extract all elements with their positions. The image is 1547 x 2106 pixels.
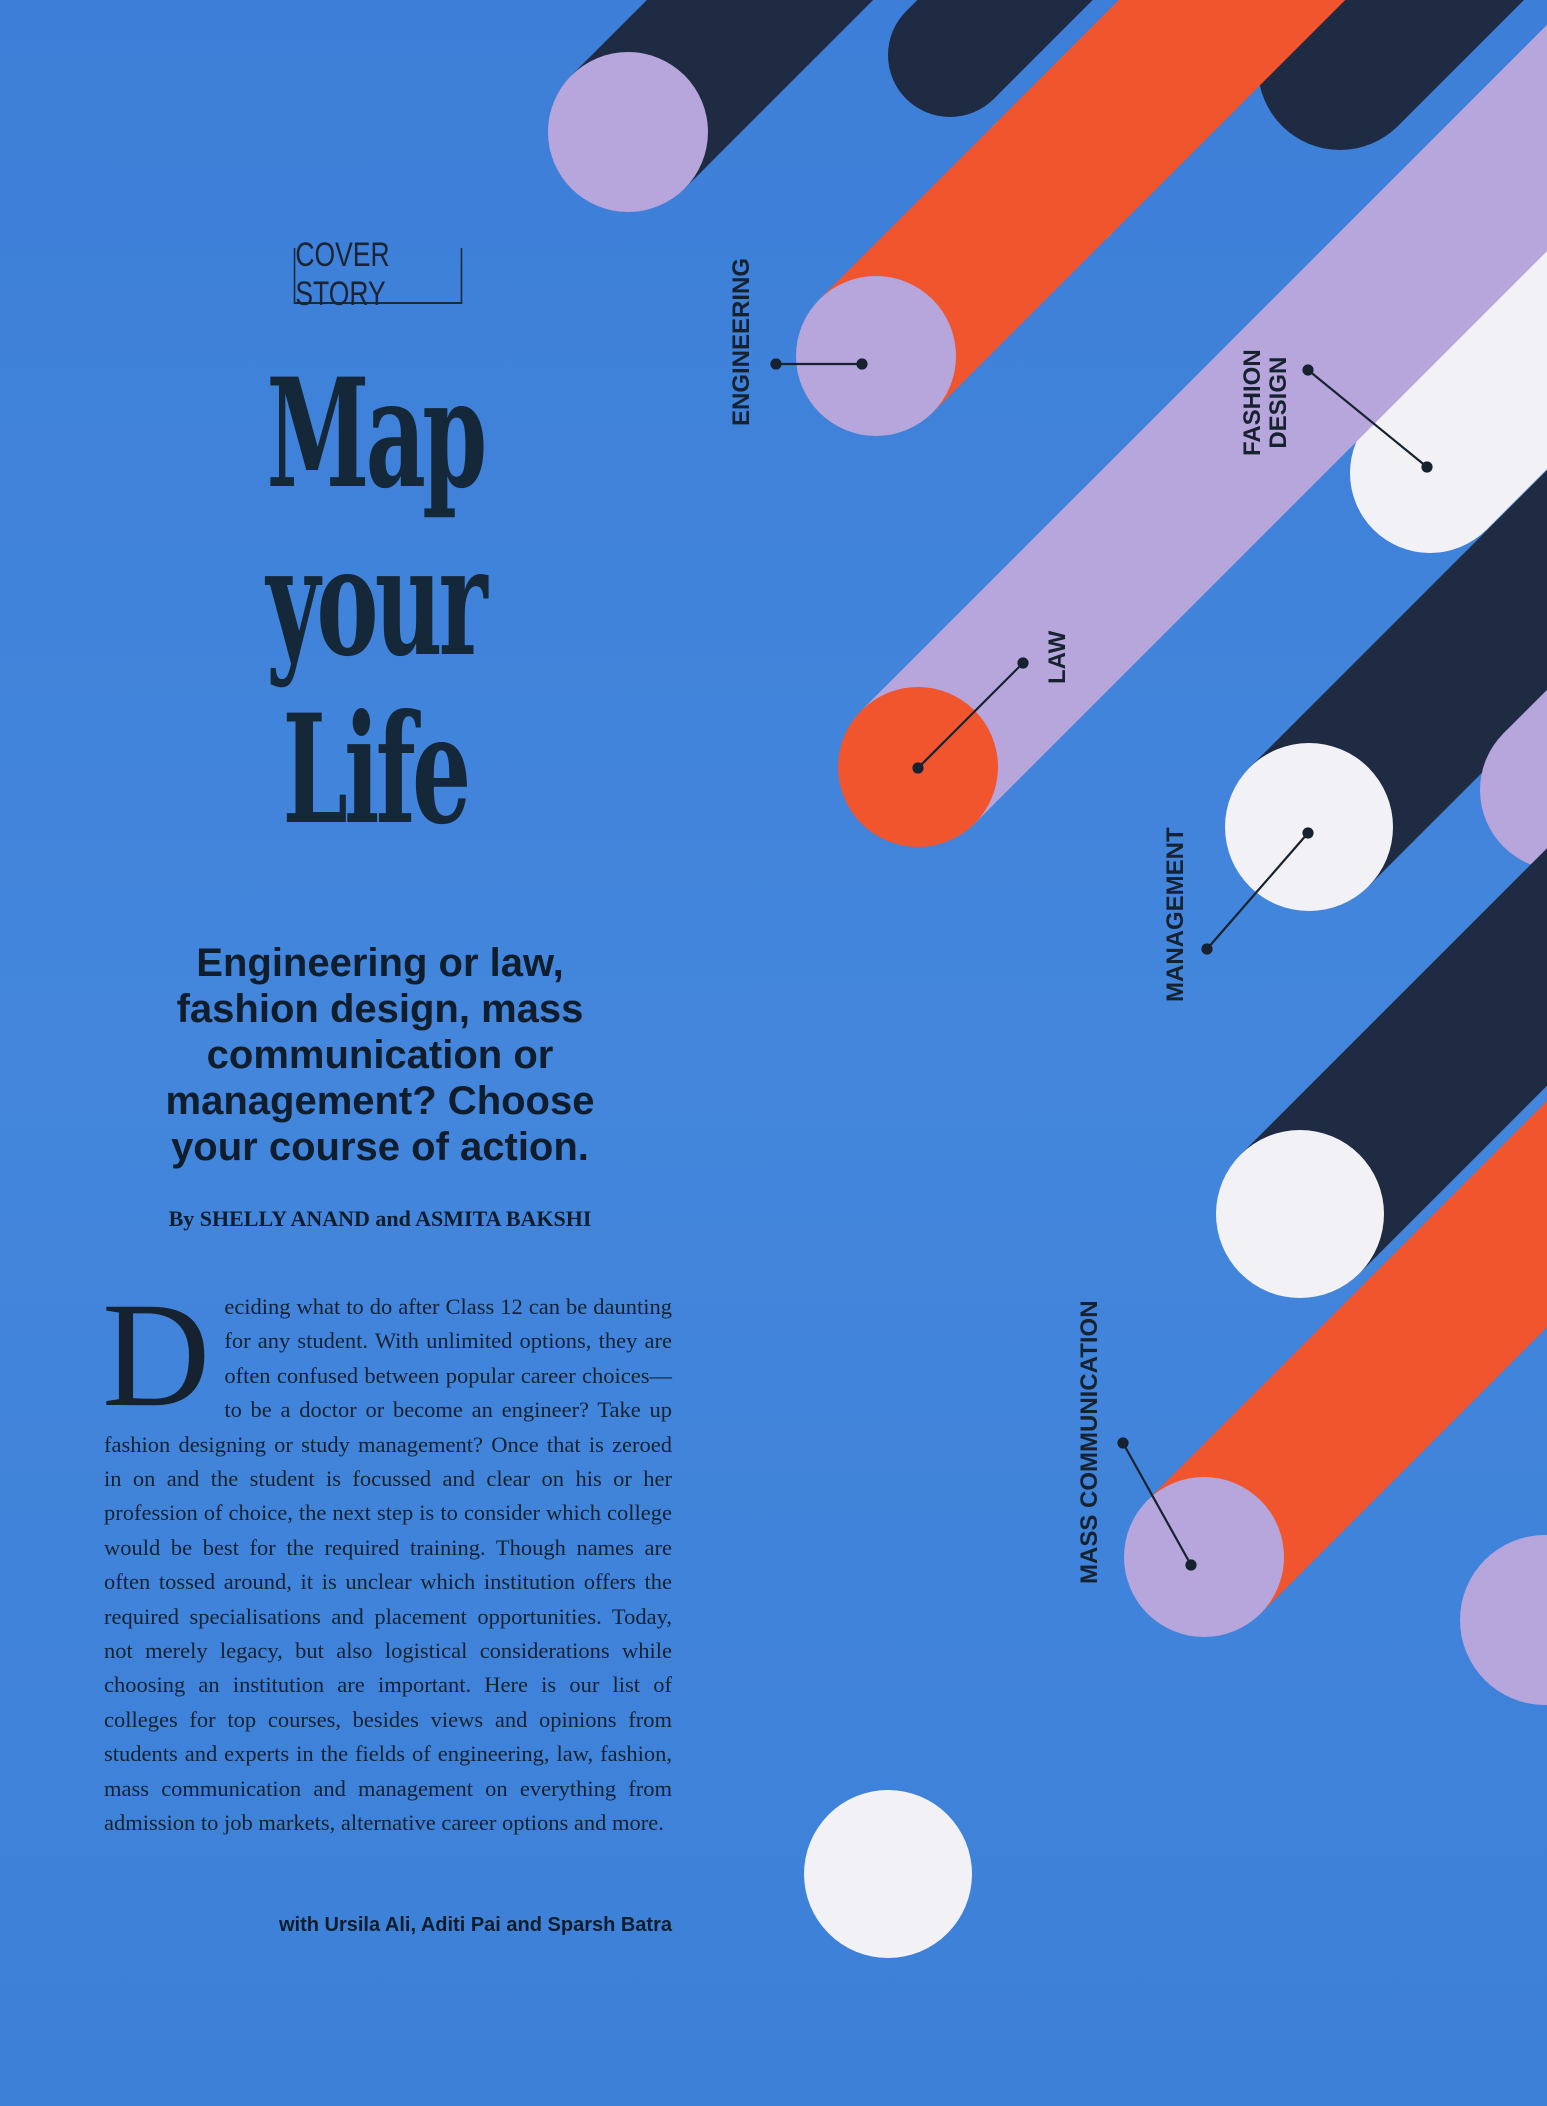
contributor-credit: with Ursila Ali, Aditi Pai and Sparsh Ba… [278, 1914, 672, 1936]
top-navy-small-pipe-cap [888, 0, 1012, 117]
top-navy-left-pipe-cap [548, 52, 708, 212]
engineering-leader-dot [770, 358, 782, 370]
bottom-white-disc [804, 1790, 972, 1958]
label-fashion-line-2: DESIGN [1265, 356, 1292, 449]
section-kicker: COVER STORY [293, 236, 463, 313]
headline-line-3: Life [282, 682, 471, 858]
mid-navy-right-pipe-cap [1216, 1130, 1384, 1298]
fashion-leader-dot [1302, 364, 1314, 376]
drop-cap: D [102, 1272, 211, 1438]
management-leader-dot [1201, 943, 1213, 955]
label-law: LAW [1044, 630, 1071, 684]
headline-line-2: your [266, 514, 488, 690]
label-fashion-line-1: FASHION [1239, 349, 1266, 456]
management-leader-dot [1302, 827, 1314, 839]
label-mass-communication: MASS COMMUNICATION [1076, 1300, 1103, 1584]
headline-line-1: Map [266, 346, 487, 522]
magazine-page: COVER STORY Map your Life Engineering or… [0, 0, 1547, 2106]
mass-communication-leader-dot [1117, 1437, 1129, 1449]
label-fashion-design: FASHION DESIGN [1239, 349, 1292, 456]
headline: Map your Life [260, 350, 489, 854]
engineering-pipe-cap [796, 276, 956, 436]
law-leader-dot [912, 762, 924, 774]
byline: By SHELLY ANAND and ASMITA BAKSHI [168, 1206, 592, 1231]
lower-right-lilac-disc [1460, 1535, 1547, 1705]
fashion-leader-dot [1421, 461, 1433, 473]
mass-communication-leader-dot [1185, 1559, 1197, 1571]
standfirst: Engineering or law, fashion design, mass… [165, 941, 595, 1169]
management-pipe-cap [1225, 743, 1393, 911]
law-leader-dot [1017, 657, 1029, 669]
article-body: Deciding what to do after Class 12 can b… [102, 1272, 672, 1841]
label-engineering: ENGINEERING [728, 257, 755, 426]
label-management: MANAGEMENT [1162, 827, 1189, 1002]
mass-communication-pipe-cap [1124, 1477, 1284, 1637]
engineering-leader-dot [856, 358, 868, 370]
